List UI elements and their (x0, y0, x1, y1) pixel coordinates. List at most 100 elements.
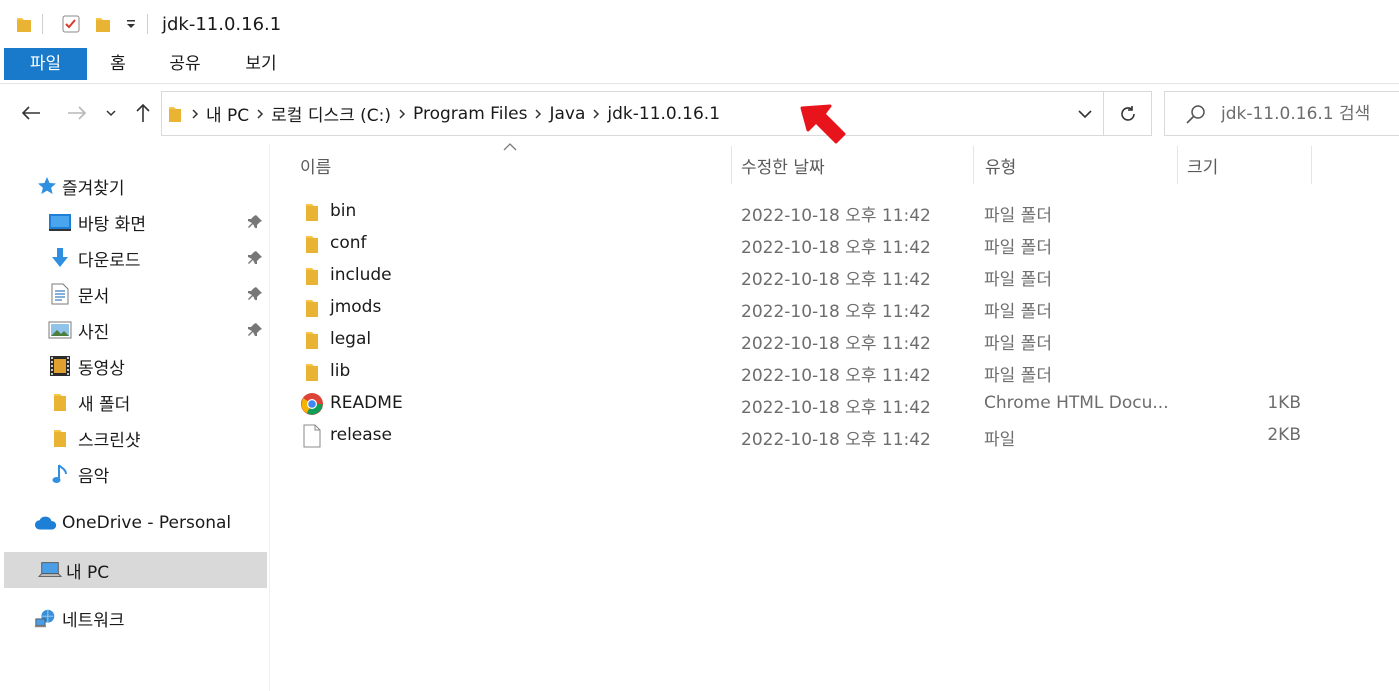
sidebar-item-videos[interactable]: 동영상 (48, 348, 267, 384)
sidebar-item-quick-access[interactable]: 즐겨찾기 (36, 168, 267, 204)
file-date: 2022-10-18 오후 11:42 (741, 334, 931, 354)
file-type: 파일 폴더 (984, 334, 1052, 354)
breadcrumb-program-files[interactable]: Program Files (413, 104, 527, 124)
file-date: 2022-10-18 오후 11:42 (741, 270, 931, 290)
file-size: 1KB (1267, 393, 1301, 413)
breadcrumb-java[interactable]: Java (549, 104, 585, 124)
folder-icon (16, 15, 32, 33)
sidebar-item-label: 음악 (78, 466, 110, 487)
pin-icon[interactable] (247, 214, 263, 230)
new-folder-icon[interactable] (95, 15, 111, 33)
sidebar-item-network[interactable]: 네트워크 (34, 600, 267, 636)
properties-icon[interactable] (61, 14, 81, 34)
column-divider[interactable] (973, 146, 974, 184)
folder-icon (168, 104, 184, 124)
file-row[interactable]: legal 2022-10-18 오후 11:42 파일 폴더 (296, 324, 1310, 356)
file-date: 2022-10-18 오후 11:42 (741, 302, 931, 322)
column-header-date[interactable]: 수정한 날짜 (741, 144, 973, 186)
column-divider[interactable] (1311, 146, 1312, 184)
folder-icon (300, 328, 324, 352)
file-row[interactable]: lib 2022-10-18 오후 11:42 파일 폴더 (296, 356, 1310, 388)
back-button[interactable] (18, 100, 44, 126)
file-size: 2KB (1267, 425, 1301, 445)
cloud-icon (34, 511, 58, 535)
chevron-right-icon[interactable] (249, 108, 271, 120)
up-button[interactable] (130, 100, 156, 126)
search-input[interactable] (1221, 103, 1391, 124)
file-row[interactable]: conf 2022-10-18 오후 11:42 파일 폴더 (296, 228, 1310, 260)
navigation-bar: 내 PC 로컬 디스크 (C:) Program Files Java jdk-… (0, 84, 1399, 144)
sidebar-item-label: 네트워크 (62, 610, 125, 631)
file-icon (300, 424, 324, 448)
pictures-icon (48, 318, 72, 342)
chevron-right-icon[interactable] (184, 108, 206, 120)
file-date: 2022-10-18 오후 11:42 (741, 398, 931, 418)
chevron-down-icon (106, 110, 116, 117)
sidebar-item-desktop[interactable]: 바탕 화면 (48, 204, 267, 240)
ribbon-tabs: 파일 홈 공유 보기 (0, 48, 1399, 84)
refresh-icon (1120, 105, 1135, 121)
pin-icon[interactable] (247, 250, 263, 266)
sidebar-item-label: 스크린샷 (78, 430, 141, 451)
pin-icon[interactable] (247, 286, 263, 302)
quick-access-toolbar (0, 0, 158, 48)
sidebar-item-this-pc[interactable]: 내 PC (4, 552, 267, 588)
sidebar-item-new-folder[interactable]: 새 폴더 (48, 384, 267, 420)
address-dropdown-button[interactable] (1075, 104, 1095, 124)
chevron-right-icon[interactable] (391, 108, 413, 120)
chevron-right-icon[interactable] (527, 108, 549, 120)
address-bar[interactable]: 내 PC 로컬 디스크 (C:) Program Files Java jdk-… (161, 91, 1104, 136)
sidebar-item-pictures[interactable]: 사진 (48, 312, 267, 348)
folder-icon (300, 296, 324, 320)
network-icon (34, 606, 58, 630)
tab-view[interactable]: 보기 (236, 48, 286, 80)
sidebar-item-documents[interactable]: 문서 (48, 276, 267, 312)
computer-icon (38, 558, 62, 582)
column-divider[interactable] (731, 146, 732, 184)
music-icon (48, 462, 72, 486)
file-row[interactable]: jmods 2022-10-18 오후 11:42 파일 폴더 (296, 292, 1310, 324)
pin-icon[interactable] (247, 322, 263, 338)
breadcrumb-this-pc[interactable]: 내 PC (206, 101, 249, 126)
sidebar-item-label: 다운로드 (78, 250, 141, 271)
tab-share[interactable]: 공유 (160, 48, 210, 80)
breadcrumb-jdk[interactable]: jdk-11.0.16.1 (607, 104, 720, 124)
file-type: 파일 폴더 (984, 366, 1052, 386)
file-row[interactable]: README 2022-10-18 오후 11:42 Chrome HTML D… (296, 388, 1310, 420)
breadcrumb-local-disk[interactable]: 로컬 디스크 (C:) (271, 101, 391, 126)
folder-icon (48, 390, 72, 414)
file-row[interactable]: release 2022-10-18 오후 11:42 파일 2KB (296, 420, 1310, 452)
sidebar-item-onedrive[interactable]: OneDrive - Personal (34, 505, 267, 541)
column-header-size[interactable]: 크기 (1187, 144, 1311, 186)
file-type: 파일 폴더 (984, 238, 1052, 258)
chevron-right-icon[interactable] (585, 108, 607, 120)
annotation-arrow-icon (800, 104, 846, 144)
title-bar: jdk-11.0.16.1 (0, 0, 1399, 48)
tab-home[interactable]: 홈 (98, 48, 138, 80)
sidebar-item-label: 내 PC (66, 562, 110, 583)
file-date: 2022-10-18 오후 11:42 (741, 430, 931, 450)
file-row[interactable]: include 2022-10-18 오후 11:42 파일 폴더 (296, 260, 1310, 292)
column-header-name[interactable]: 이름 (300, 144, 730, 186)
search-box[interactable] (1164, 91, 1399, 136)
column-divider[interactable] (1177, 146, 1178, 184)
arrow-left-icon (21, 106, 40, 120)
tab-file[interactable]: 파일 (4, 48, 87, 80)
file-type: Chrome HTML Docu... (984, 393, 1169, 413)
sidebar-item-downloads[interactable]: 다운로드 (48, 240, 267, 276)
sidebar-item-music[interactable]: 음악 (48, 456, 267, 492)
customize-toolbar-icon[interactable] (125, 17, 137, 31)
file-name: jmods (330, 297, 382, 317)
refresh-button[interactable] (1104, 91, 1152, 136)
column-header-type[interactable]: 유형 (985, 144, 1177, 186)
file-row[interactable]: bin 2022-10-18 오후 11:42 파일 폴더 (296, 196, 1310, 228)
file-name: include (330, 265, 392, 285)
forward-button[interactable] (64, 100, 90, 126)
sidebar-item-screenshots[interactable]: 스크린샷 (48, 420, 267, 456)
recent-locations-button[interactable] (100, 100, 122, 126)
file-name: lib (330, 361, 351, 381)
window-title: jdk-11.0.16.1 (162, 13, 282, 35)
chrome-icon (300, 392, 324, 416)
folder-icon (48, 426, 72, 450)
file-type: 파일 폴더 (984, 302, 1052, 322)
